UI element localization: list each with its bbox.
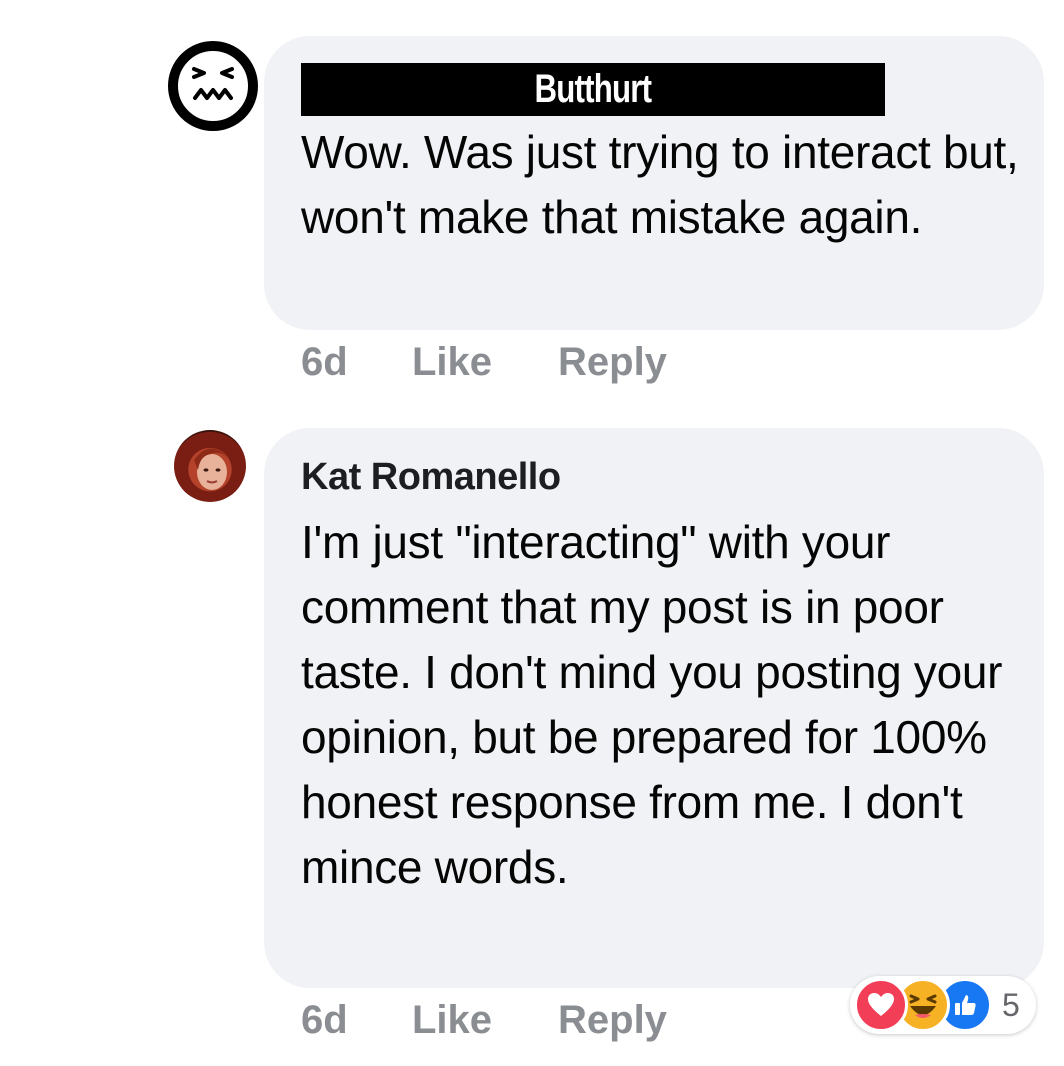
- angry-face-icon: [168, 41, 258, 131]
- comment-author: Butthurt: [534, 67, 653, 111]
- comment-timestamp[interactable]: 6d: [301, 340, 412, 385]
- comment-text: I'm just "interacting" with your comment…: [301, 516, 1003, 893]
- comment-author[interactable]: Kat Romanello: [301, 456, 561, 499]
- love-reaction-icon: [854, 978, 908, 1032]
- like-button[interactable]: Like: [412, 340, 558, 385]
- reply-button[interactable]: Reply: [558, 998, 667, 1043]
- author-name-redaction[interactable]: Butthurt: [301, 63, 885, 116]
- like-button[interactable]: Like: [412, 998, 558, 1043]
- reaction-count: 5: [1002, 986, 1020, 1023]
- comment-actions: 6d Like Reply: [301, 340, 667, 385]
- commenter-avatar[interactable]: [167, 40, 259, 132]
- reply-button[interactable]: Reply: [558, 340, 667, 385]
- reactions-summary[interactable]: 5: [850, 976, 1036, 1034]
- comment-timestamp[interactable]: 6d: [301, 998, 412, 1043]
- comment-actions: 6d Like Reply: [301, 998, 667, 1043]
- profile-photo: [194, 448, 228, 490]
- commenter-avatar[interactable]: [174, 430, 246, 502]
- comment-text: Wow. Was just trying to interact but, wo…: [301, 126, 1019, 243]
